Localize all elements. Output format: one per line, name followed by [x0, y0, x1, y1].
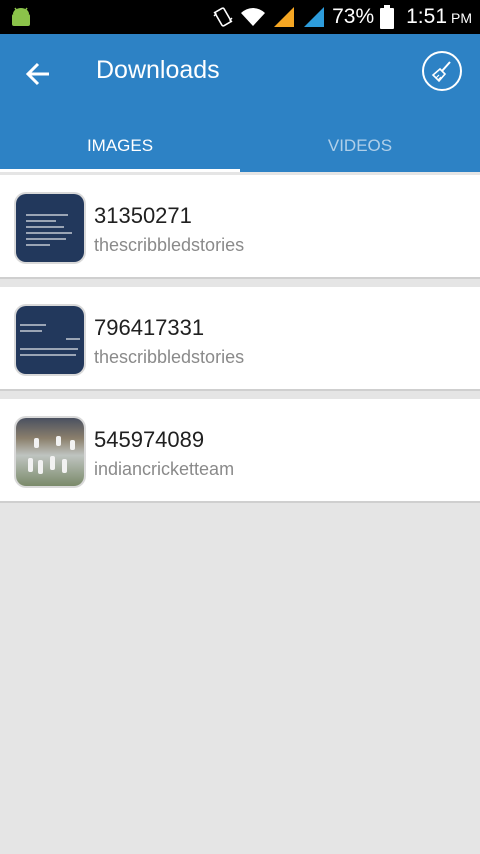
- thumbnail-image: [16, 306, 84, 374]
- clock: 1:51 PM: [406, 5, 472, 28]
- item-subtitle: indiancricketteam: [94, 459, 235, 479]
- battery-icon: [380, 5, 395, 29]
- list-item[interactable]: 796417331 thescribbledstories: [0, 287, 480, 391]
- android-icon: [12, 7, 30, 26]
- signal-icon: [304, 7, 325, 27]
- tab-bar: IMAGES VIDEOS: [0, 120, 480, 172]
- thumbnail-image: [16, 194, 84, 262]
- wifi-icon: [241, 8, 266, 26]
- app-bar: Downloads IMAGES VIDEOS: [0, 34, 480, 172]
- battery-percent: 73%: [332, 5, 375, 28]
- list-item[interactable]: 545974089 indiancricketteam: [0, 399, 480, 503]
- item-title: 545974089: [94, 427, 205, 452]
- thumbnail-image: [16, 418, 84, 486]
- item-title: 796417331: [94, 315, 205, 340]
- arrow-left-icon: [25, 62, 49, 86]
- item-title: 31350271: [94, 203, 192, 228]
- status-bar: 73% 1:51 PM: [0, 0, 480, 34]
- back-button[interactable]: [18, 54, 58, 94]
- list-item[interactable]: 31350271 thescribbledstories: [0, 175, 480, 279]
- broom-icon: [431, 61, 451, 83]
- clean-button[interactable]: [422, 51, 462, 91]
- page-title: Downloads: [96, 56, 220, 84]
- tab-images[interactable]: IMAGES: [0, 120, 240, 172]
- signal-icon: [274, 7, 295, 27]
- downloads-list: 31350271 thescribbledstories 796417331 t…: [0, 175, 480, 511]
- vibrate-icon: [213, 7, 233, 27]
- tab-videos[interactable]: VIDEOS: [240, 120, 480, 172]
- item-subtitle: thescribbledstories: [94, 235, 245, 255]
- item-subtitle: thescribbledstories: [94, 347, 245, 367]
